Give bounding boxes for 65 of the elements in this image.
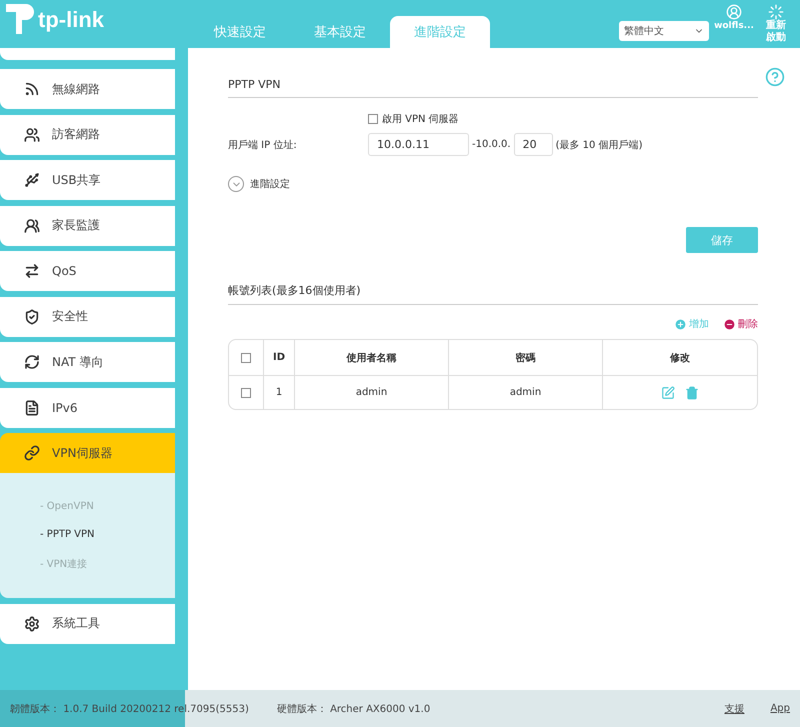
language-select[interactable]: 繁體中文	[619, 21, 709, 41]
sidebar-item-label: 訪客網路	[52, 126, 100, 143]
range-prefix: -10.0.0.	[472, 139, 511, 150]
sidebar-item[interactable]: IPv6	[0, 388, 175, 428]
arrows-icon	[24, 263, 40, 279]
sidebar-item-label: 系統工具	[52, 615, 100, 632]
family-icon	[24, 218, 40, 234]
table-cell: admin	[510, 387, 542, 398]
input-field[interactable]: 20	[514, 133, 553, 156]
plus-icon	[674, 318, 687, 330]
section-title: PPTP VPN	[228, 78, 281, 91]
checkbox[interactable]	[368, 114, 378, 124]
logo-text: tp-link	[38, 7, 104, 33]
sidebar-item-label: USB共享	[52, 172, 101, 188]
sidebar-item-label: 安全性	[52, 308, 88, 325]
input-field[interactable]: 10.0.0.11	[368, 133, 469, 156]
link-icon	[24, 445, 40, 461]
user-icon[interactable]	[726, 4, 742, 20]
help-icon[interactable]	[765, 67, 785, 87]
sidebar-item[interactable]: QoS	[0, 251, 175, 291]
footer-link[interactable]: App	[770, 703, 790, 714]
spinner-icon[interactable]	[768, 4, 784, 20]
shield-icon	[24, 308, 40, 324]
column-header: 修改	[670, 352, 690, 364]
sidebar-item-label: QoS	[52, 264, 76, 278]
table-cell: 1	[276, 387, 282, 398]
minus-icon	[723, 318, 736, 330]
sidebar-item[interactable]: 安全性	[0, 296, 175, 336]
users-icon	[24, 126, 40, 142]
sidebar-item-label: 家長監護	[52, 217, 100, 234]
checkbox[interactable]	[241, 388, 251, 398]
field-label: 用戶端 IP 位址:	[228, 138, 298, 152]
delete-button[interactable]: 刪除	[723, 317, 758, 331]
logo-icon	[4, 4, 34, 36]
expand-icon[interactable]	[228, 176, 244, 192]
sidebar-item[interactable]: 系統工具	[0, 604, 175, 644]
sidebar-item[interactable]: NAT 導向	[0, 342, 175, 382]
checkbox-label: 啟用 VPN 伺服器	[382, 113, 459, 126]
trash-icon[interactable]	[685, 386, 699, 400]
sidebar-item[interactable]: 無線網路	[0, 69, 175, 109]
usb-icon	[24, 172, 40, 188]
sidebar-item[interactable]: USB共享	[0, 160, 175, 200]
field-note: (最多 10 個用戶端)	[556, 138, 642, 152]
rss-icon	[24, 81, 40, 97]
section-title: 帳號列表(最多16個使用者)	[228, 284, 361, 297]
advanced-toggle-label[interactable]: 進階設定	[250, 177, 290, 191]
sidebar-item[interactable]: VPN伺服器	[0, 433, 175, 473]
sidebar-item-label: 無線網路	[52, 80, 100, 98]
sidebar-item[interactable]: 訪客網路	[0, 114, 175, 154]
footer-link[interactable]: 支援	[724, 702, 744, 716]
column-header: 密碼	[516, 352, 536, 364]
refresh-icon	[24, 354, 40, 370]
sidebar-item-label: VPN伺服器	[52, 444, 112, 462]
sidebar-item-label: IPv6	[52, 400, 78, 414]
document-icon	[24, 400, 40, 416]
submenu-item[interactable]: - PPTP VPN	[40, 528, 175, 540]
sidebar-item[interactable]: 家長監護	[0, 206, 175, 246]
column-header: 使用者名稱	[346, 352, 396, 364]
hardware-version: 硬體版本： Archer AX6000 v1.0	[276, 702, 430, 716]
table-cell: admin	[356, 387, 388, 398]
checkbox[interactable]	[241, 352, 251, 362]
column-header: ID	[272, 352, 286, 363]
sidebar-item-label: NAT 導向	[52, 354, 104, 370]
gear-icon	[24, 616, 40, 632]
edit-icon[interactable]	[661, 386, 675, 400]
